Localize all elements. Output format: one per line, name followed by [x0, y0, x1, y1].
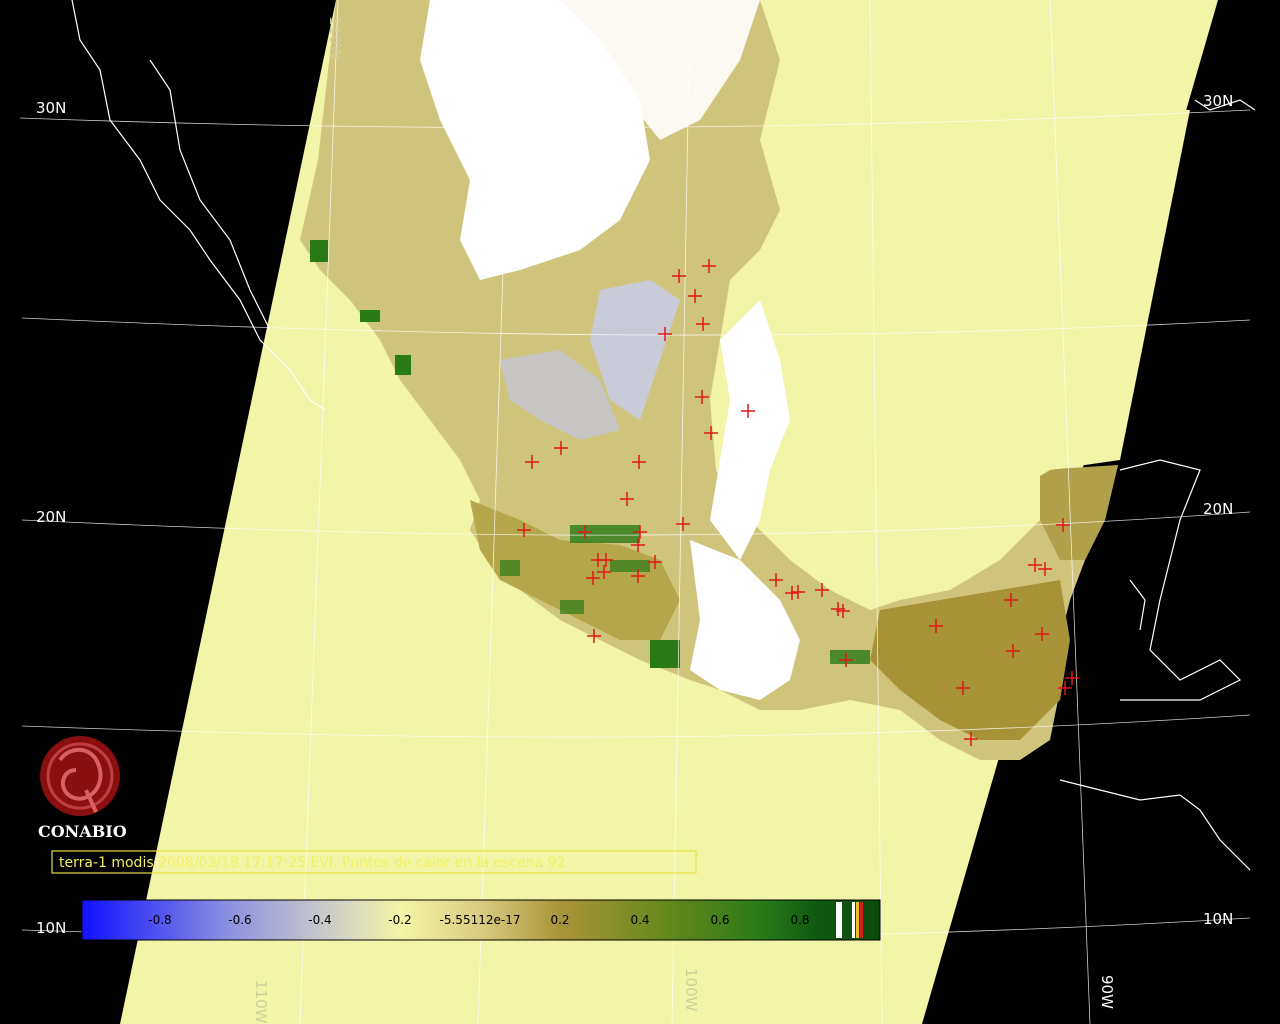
lon-label-90w: 90W	[1098, 975, 1116, 1009]
lat-label-10n-right: 10N	[1203, 910, 1233, 928]
lat-label-20n-right: 20N	[1203, 500, 1233, 518]
lat-label-20n-left: 20N	[36, 508, 66, 526]
colorbar-tick-1: -0.6	[228, 913, 251, 927]
colorbar-tick-4: -5.55112e-17	[440, 913, 521, 927]
colorbar-tick-2: -0.4	[308, 913, 331, 927]
colorbar-tick-3: -0.2	[388, 913, 411, 927]
lon-label-110w-bottom: 110W	[252, 980, 270, 1024]
lat-label-10n-left: 10N	[36, 919, 66, 937]
colorbar-tick-0: -0.8	[148, 913, 171, 927]
lat-label-30n-right: 30N	[1203, 92, 1233, 110]
colorbar-ticks: -0.8 -0.6 -0.4 -0.2 -5.55112e-17 0.2 0.4 0.6 0.8	[148, 913, 809, 927]
map-canvas: 30N 30N 20N 20N 10N 10N 110W 110W 100W 9…	[0, 0, 1280, 1024]
colorbar-tick-8: 0.8	[790, 913, 809, 927]
colorbar-tick-6: 0.4	[630, 913, 649, 927]
colorbar-tick-5: 0.2	[550, 913, 569, 927]
logo-name: CONABIO	[38, 822, 127, 841]
colorbar-tick-7: 0.6	[710, 913, 729, 927]
caption-text: terra-1 modis 2008/03/18 17:17:25 EVI. P…	[59, 855, 565, 871]
lon-label-110w-top: 110W	[326, 16, 344, 60]
conabio-seal-icon	[40, 736, 120, 816]
lat-label-30n-left: 30N	[36, 99, 66, 117]
lon-label-100w: 100W	[682, 968, 700, 1012]
